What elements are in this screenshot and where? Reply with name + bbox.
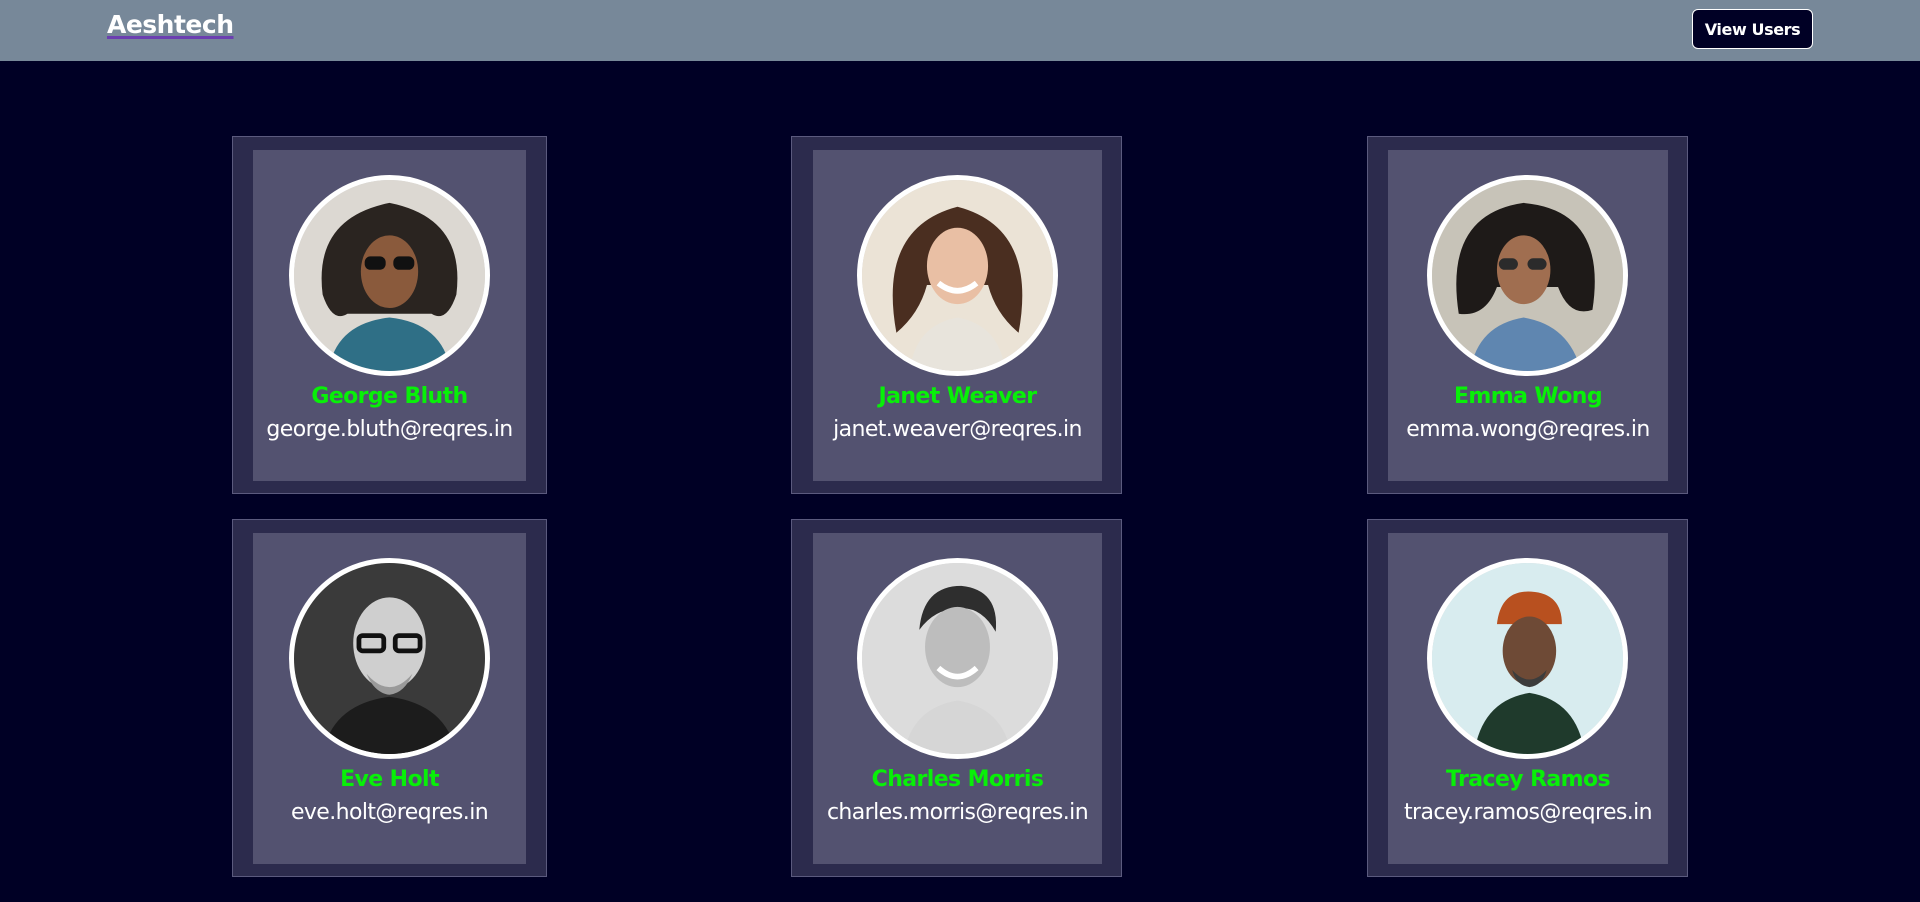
user-avatar xyxy=(289,558,490,759)
brand-logo-link[interactable]: Aeshtech xyxy=(107,10,234,39)
user-card: George Bluth george.bluth@reqres.in xyxy=(232,136,547,494)
user-card: Janet Weaver janet.weaver@reqres.in xyxy=(791,136,1122,494)
user-avatar xyxy=(857,175,1058,376)
user-card: Emma Wong emma.wong@reqres.in xyxy=(1367,136,1688,494)
user-name: George Bluth xyxy=(311,384,468,409)
user-card: Charles Morris charles.morris@reqres.in xyxy=(791,519,1122,877)
user-card: Tracey Ramos tracey.ramos@reqres.in xyxy=(1367,519,1688,877)
user-card-inner: Emma Wong emma.wong@reqres.in xyxy=(1388,150,1668,481)
user-card-inner: Charles Morris charles.morris@reqres.in xyxy=(813,533,1102,864)
user-name: Tracey Ramos xyxy=(1446,767,1611,792)
user-email: janet.weaver@reqres.in xyxy=(833,417,1082,442)
user-name: Charles Morris xyxy=(871,767,1044,792)
user-card-inner: George Bluth george.bluth@reqres.in xyxy=(253,150,526,481)
user-avatar xyxy=(1427,175,1628,376)
user-card: Eve Holt eve.holt@reqres.in xyxy=(232,519,547,877)
navbar: Aeshtech View Users xyxy=(0,0,1920,61)
user-email: tracey.ramos@reqres.in xyxy=(1403,800,1653,825)
user-name: Eve Holt xyxy=(340,767,439,792)
user-email: eve.holt@reqres.in xyxy=(290,800,489,825)
user-avatar xyxy=(289,175,490,376)
user-card-inner: Eve Holt eve.holt@reqres.in xyxy=(253,533,526,864)
user-name: Emma Wong xyxy=(1454,384,1603,409)
user-card-inner: Tracey Ramos tracey.ramos@reqres.in xyxy=(1388,533,1668,864)
view-users-button[interactable]: View Users xyxy=(1692,9,1813,49)
user-email: charles.morris@reqres.in xyxy=(826,800,1089,825)
user-avatar xyxy=(1427,558,1628,759)
user-email: george.bluth@reqres.in xyxy=(266,417,513,442)
user-avatar xyxy=(857,558,1058,759)
user-name: Janet Weaver xyxy=(878,384,1038,409)
user-card-inner: Janet Weaver janet.weaver@reqres.in xyxy=(813,150,1102,481)
user-email: emma.wong@reqres.in xyxy=(1406,417,1650,442)
